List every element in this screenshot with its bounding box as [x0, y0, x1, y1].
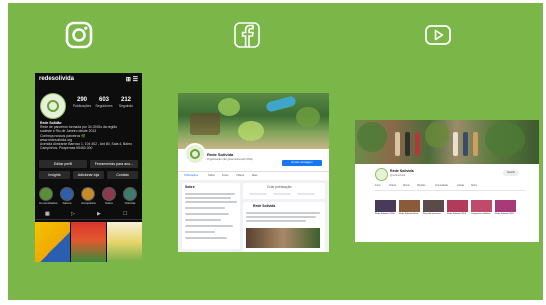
insights-button[interactable]: Insights: [39, 171, 70, 179]
channel-handle: @redesolivida: [390, 174, 406, 177]
instagram-profile-screenshot: redesolivida ⊞ ☰ 290 Publicações 603 Seg…: [35, 73, 142, 262]
tools-button[interactable]: Ferramentas para ano...: [90, 160, 138, 168]
avatar[interactable]: [184, 143, 206, 165]
message-button[interactable]: Enviar mensagem: [282, 160, 322, 166]
page-nav: Publicações Sobre Fotos Vídeos Mais: [178, 171, 329, 180]
facebook-icon[interactable]: [232, 20, 262, 50]
menu-icon[interactable]: ⊞ ☰: [126, 76, 138, 83]
highlight[interactable]: Campanha: [81, 187, 96, 206]
post-card: Rede Solivida: [243, 202, 325, 252]
create-post-card[interactable]: Criar publicação: [243, 183, 325, 199]
tab-channels[interactable]: Canais: [457, 185, 464, 187]
slide: redesolivida ⊞ ☰ 290 Publicações 603 Seg…: [0, 0, 546, 305]
instagram-topbar: redesolivida ⊞ ☰: [39, 76, 138, 85]
highlight[interactable]: Comunidades: [39, 187, 58, 206]
reels-icon[interactable]: ▷: [71, 211, 75, 217]
facebook-page-screenshot: Rede Solivida Organização não governamen…: [178, 93, 329, 252]
highlight[interactable]: Salvos: [60, 187, 74, 206]
post-photo[interactable]: [246, 228, 320, 248]
highlight[interactable]: Notícias: [123, 187, 137, 206]
channel-name: Rede Solivida: [390, 169, 414, 173]
profile-actions-row1: Editar perfil Ferramentas para ano...: [39, 160, 138, 168]
channel-banner: [355, 120, 539, 164]
about-card: Sobre: [182, 183, 240, 249]
post-grid: [35, 222, 142, 262]
instagram-tabs: ▦ ▷ ▶ ☐: [35, 209, 142, 220]
video-card[interactable]: Rede Solivida ONGs: [375, 200, 396, 216]
post-thumbnail[interactable]: [71, 222, 106, 262]
video-card[interactable]: Reunião parceiros: [423, 200, 444, 216]
add-shop-button[interactable]: Adicionar loja: [73, 171, 104, 179]
edit-profile-button[interactable]: Editar perfil: [39, 160, 87, 168]
tab-videos[interactable]: Vídeos: [389, 185, 396, 187]
post-thumbnail[interactable]: [35, 222, 70, 262]
video-card[interactable]: Campanha solidária: [471, 200, 492, 216]
tab-about[interactable]: Sobre: [471, 185, 477, 187]
youtube-channel-screenshot: Rede Solivida @redesolivida Inscrito Iní…: [355, 120, 539, 242]
avatar[interactable]: [375, 168, 388, 181]
tab-about[interactable]: Sobre: [208, 174, 215, 177]
tab-photos[interactable]: Fotos: [222, 174, 229, 177]
page-name: Rede Solivida: [207, 152, 234, 157]
cover-photo: [178, 93, 329, 149]
tab-playlists[interactable]: Playlists: [417, 185, 425, 187]
bio: Rede Solidão Rede de parceiros formada p…: [40, 121, 136, 150]
tab-posts[interactable]: Publicações: [184, 174, 198, 177]
page-category: Organização não governamental (ONG): [207, 158, 253, 161]
instagram-icon[interactable]: [64, 20, 94, 50]
stat-followers[interactable]: 603 Seguidores: [93, 97, 115, 109]
video-card[interactable]: Rede Solivida 2023: [447, 200, 468, 216]
tab-shorts[interactable]: Shorts: [403, 185, 410, 187]
tab-more[interactable]: Mais: [252, 174, 257, 177]
tab-videos[interactable]: Vídeos: [236, 174, 244, 177]
tagged-icon[interactable]: ☐: [123, 211, 127, 217]
channel-tabs: Início Vídeos Shorts Playlists Comunidad…: [375, 184, 525, 191]
instagram-handle: redesolivida: [39, 76, 75, 82]
video-card[interactable]: Rede Solivida Nova: [399, 200, 420, 216]
tab-community[interactable]: Comunidade: [435, 185, 448, 187]
avatar[interactable]: [40, 93, 66, 119]
video-card[interactable]: Rede Solivida 2022: [495, 200, 516, 216]
grid-icon[interactable]: ▦: [45, 211, 50, 217]
tab-home[interactable]: Início: [375, 185, 381, 187]
green-panel: redesolivida ⊞ ☰ 290 Publicações 603 Seg…: [8, 3, 543, 300]
post-thumbnail[interactable]: [107, 222, 142, 262]
subscribe-button[interactable]: Inscrito: [503, 170, 519, 176]
video-icon[interactable]: ▶: [97, 211, 101, 217]
profile-actions-row2: Insights Adicionar loja Contato: [39, 171, 138, 179]
stat-following[interactable]: 212 Seguindo: [115, 97, 137, 109]
stat-posts: 290 Publicações: [72, 97, 92, 108]
contact-button[interactable]: Contato: [107, 171, 138, 179]
youtube-icon[interactable]: [423, 20, 453, 50]
highlight[interactable]: Sobre: [102, 187, 116, 206]
